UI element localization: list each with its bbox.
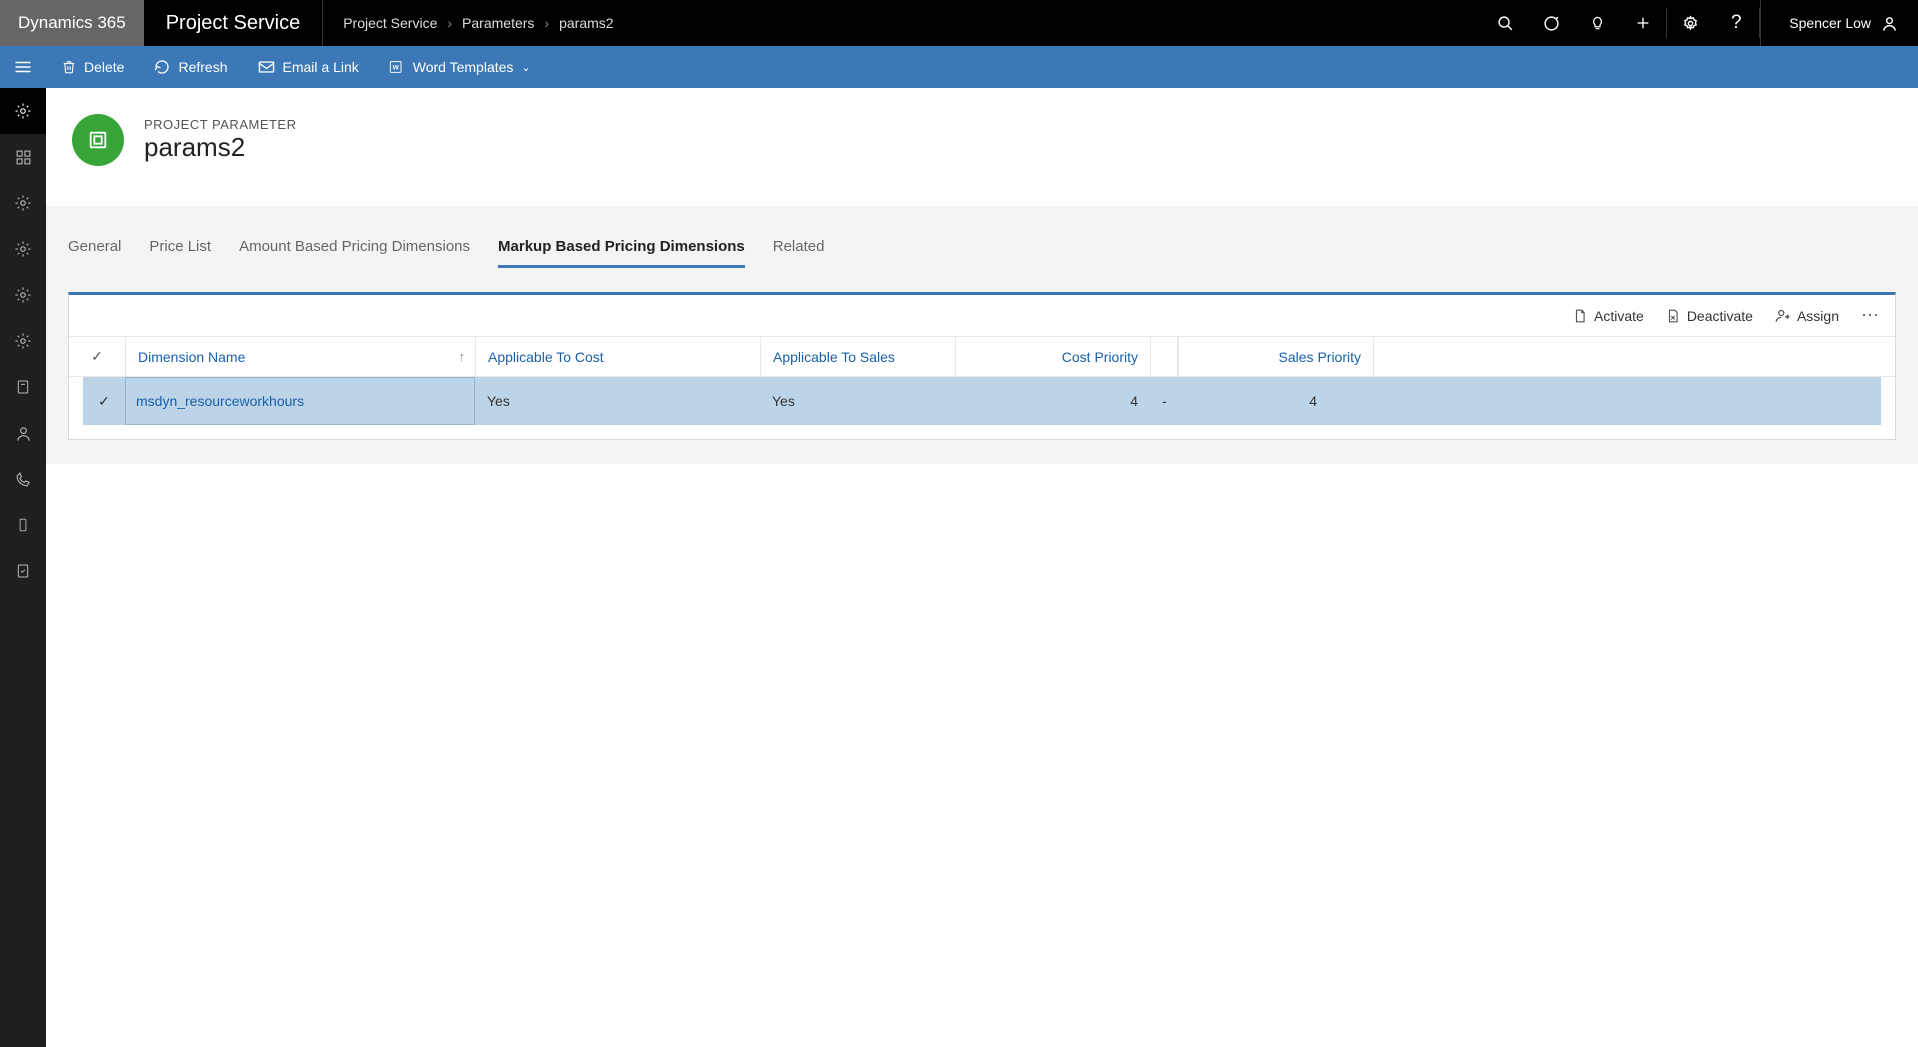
chevron-right-icon: › xyxy=(447,15,452,31)
nav-item-8[interactable] xyxy=(0,410,46,456)
word-templates-button[interactable]: W Word Templates ⌄ xyxy=(385,53,535,81)
top-nav-bar: Dynamics 365 Project Service Project Ser… xyxy=(0,0,1918,46)
delete-button[interactable]: Delete xyxy=(58,53,128,81)
refresh-icon xyxy=(154,59,170,75)
command-bar: Delete Refresh Email a Link W Word Templ… xyxy=(0,46,1918,88)
entity-icon xyxy=(72,114,124,166)
word-label: Word Templates xyxy=(413,59,514,75)
nav-item-9[interactable] xyxy=(0,456,46,502)
add-icon[interactable] xyxy=(1620,0,1666,46)
trash-icon xyxy=(62,59,76,75)
deactivate-label: Deactivate xyxy=(1687,308,1753,324)
tab-pricelist[interactable]: Price List xyxy=(149,230,211,268)
cell-cost-priority: 4 xyxy=(955,377,1150,425)
tab-general[interactable]: General xyxy=(68,230,121,268)
document-icon xyxy=(1573,308,1587,324)
cell-sales-priority: 4 xyxy=(1174,377,1329,425)
column-header-dimension-name[interactable]: Dimension Name xyxy=(125,337,475,376)
grid-toolbar: Activate Deactivate Assign ⋯ xyxy=(69,295,1895,337)
cell-applicable-sales: Yes xyxy=(760,377,955,425)
subgrid-card: Activate Deactivate Assign ⋯ ✓ Dimension… xyxy=(68,292,1896,440)
cell-applicable-cost: Yes xyxy=(475,377,760,425)
svg-text:W: W xyxy=(392,65,399,72)
breadcrumb-item-3[interactable]: params2 xyxy=(559,15,613,31)
nav-item-11[interactable] xyxy=(0,548,46,594)
tab-markup-dimensions[interactable]: Markup Based Pricing Dimensions xyxy=(498,230,745,268)
app-name-label[interactable]: Project Service xyxy=(144,0,324,46)
nav-item-1[interactable] xyxy=(0,88,46,134)
tab-amount-dimensions[interactable]: Amount Based Pricing Dimensions xyxy=(239,230,470,268)
column-header-cost-priority[interactable]: Cost Priority xyxy=(955,337,1150,376)
email-label: Email a Link xyxy=(283,59,359,75)
grid-header-row: ✓ Dimension Name Applicable To Cost Appl… xyxy=(69,337,1895,377)
nav-item-3[interactable] xyxy=(0,180,46,226)
dimension-name-value: msdyn_resourceworkhours xyxy=(125,377,475,425)
nav-item-5[interactable] xyxy=(0,272,46,318)
select-all-checkbox[interactable]: ✓ xyxy=(69,348,125,365)
nav-item-6[interactable] xyxy=(0,318,46,364)
record-header: PROJECT PARAMETER params2 xyxy=(46,88,1918,206)
user-name-label: Spencer Low xyxy=(1789,15,1871,31)
nav-item-2[interactable] xyxy=(0,134,46,180)
entity-name-label: params2 xyxy=(144,132,296,163)
nav-item-10[interactable] xyxy=(0,502,46,548)
lightbulb-icon[interactable] xyxy=(1574,0,1620,46)
tabs: General Price List Amount Based Pricing … xyxy=(68,230,1896,268)
column-end xyxy=(1373,337,1398,376)
email-link-button[interactable]: Email a Link xyxy=(254,53,363,81)
refresh-label: Refresh xyxy=(178,59,227,75)
brand-label[interactable]: Dynamics 365 xyxy=(0,0,144,46)
main-content: PROJECT PARAMETER params2 General Price … xyxy=(46,88,1918,1047)
column-header-sales-priority[interactable]: Sales Priority xyxy=(1178,337,1373,376)
tabs-section: General Price List Amount Based Pricing … xyxy=(46,206,1918,464)
delete-label: Delete xyxy=(84,59,124,75)
top-icon-group: ? Spencer Low xyxy=(1482,0,1918,46)
breadcrumb-item-1[interactable]: Project Service xyxy=(343,15,437,31)
column-header-applicable-sales[interactable]: Applicable To Sales xyxy=(760,337,955,376)
breadcrumb: Project Service › Parameters › params2 xyxy=(323,0,633,46)
nav-item-4[interactable] xyxy=(0,226,46,272)
user-menu[interactable]: Spencer Low xyxy=(1760,0,1918,46)
nav-item-7[interactable] xyxy=(0,364,46,410)
column-spacer xyxy=(1150,337,1178,376)
activate-button[interactable]: Activate xyxy=(1573,308,1644,324)
email-icon xyxy=(258,60,275,74)
breadcrumb-item-2[interactable]: Parameters xyxy=(462,15,534,31)
gear-icon[interactable] xyxy=(1667,0,1713,46)
column-header-applicable-cost[interactable]: Applicable To Cost xyxy=(475,337,760,376)
hamburger-menu-icon[interactable] xyxy=(0,46,46,88)
person-assign-icon xyxy=(1775,308,1790,323)
person-icon xyxy=(1881,15,1898,32)
tab-related[interactable]: Related xyxy=(773,230,825,268)
help-icon[interactable]: ? xyxy=(1713,0,1759,46)
assign-button[interactable]: Assign xyxy=(1775,308,1839,324)
entity-type-label: PROJECT PARAMETER xyxy=(144,117,296,132)
chevron-down-icon: ⌄ xyxy=(521,61,530,74)
chevron-right-icon: › xyxy=(544,15,549,31)
row-select-checkbox[interactable]: ✓ xyxy=(83,377,125,425)
task-icon[interactable] xyxy=(1528,0,1574,46)
left-nav-rail xyxy=(0,46,46,1047)
deactivate-button[interactable]: Deactivate xyxy=(1666,308,1753,324)
more-actions-icon[interactable]: ⋯ xyxy=(1861,305,1881,326)
cell-dimension-name[interactable]: msdyn_resourceworkhours xyxy=(125,377,475,425)
document-x-icon xyxy=(1666,308,1680,324)
word-icon: W xyxy=(389,59,405,75)
refresh-button[interactable]: Refresh xyxy=(150,53,231,81)
table-row[interactable]: ✓ msdyn_resourceworkhours Yes Yes 4 - 4 xyxy=(83,377,1881,425)
cell-dash: - xyxy=(1150,377,1174,425)
activate-label: Activate xyxy=(1594,308,1644,324)
assign-label: Assign xyxy=(1797,308,1839,324)
search-icon[interactable] xyxy=(1482,0,1528,46)
